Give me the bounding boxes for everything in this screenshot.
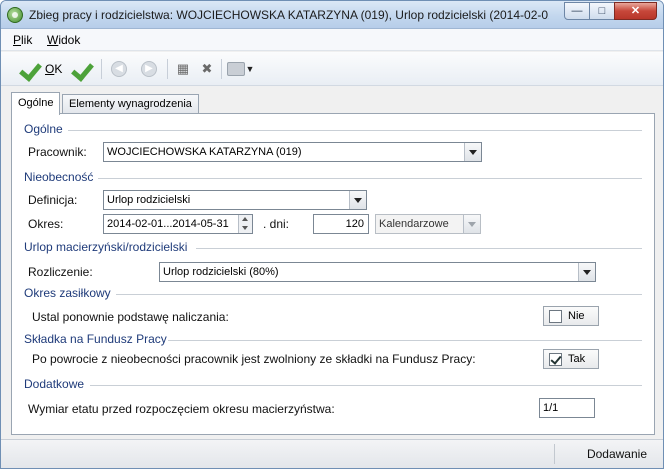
section-title-labor-fund: Składka na Fundusz Pracy [24, 332, 167, 346]
section-title-additional: Dodatkowe [24, 377, 85, 391]
exempt-label: Po powrocie z nieobecności pracownik jes… [32, 352, 476, 366]
section-divider [196, 248, 642, 249]
fte-input[interactable]: 1/1 [539, 398, 595, 418]
section-divider [90, 385, 642, 386]
section-title-absence: Nieobecność [24, 170, 94, 184]
forward-icon: ▶ [141, 61, 157, 77]
days-label: . dni: [263, 217, 290, 231]
app-icon [7, 7, 23, 23]
section-divider [68, 130, 642, 131]
days-type-select: Kalendarzowe [375, 214, 481, 234]
chevron-down-icon[interactable] [349, 191, 366, 209]
menu-view[interactable]: Widok [47, 33, 80, 47]
spinner-arrows-icon[interactable] [238, 215, 252, 233]
status-separator [554, 444, 555, 464]
section-divider [98, 178, 642, 179]
status-mode: Dodawanie [586, 447, 647, 461]
recalc-label: Ustal ponownie podstawę naliczania: [32, 310, 229, 324]
period-input[interactable]: 2014-02-01...2014-05-31 [103, 214, 253, 234]
menu-bar: Plik Widok [1, 29, 663, 51]
section-title-benefit: Okres zasiłkowy [24, 286, 111, 300]
forward-button[interactable]: ▶ [141, 58, 157, 80]
employee-label: Pracownik: [28, 145, 87, 159]
tab-salary-elements[interactable]: Elementy wynagrodzenia [62, 94, 199, 114]
chevron-down-icon[interactable] [464, 143, 481, 161]
back-icon: ◀ [111, 61, 127, 77]
days-input[interactable]: 120 [313, 214, 369, 234]
tab-panel-general: Ogólne Pracownik: WOJCIECHOWSKA KATARZYN… [11, 113, 655, 435]
back-button[interactable]: ◀ [111, 58, 127, 80]
toolbar-separator [221, 59, 222, 79]
chevron-down-icon [463, 215, 480, 233]
toolbar-separator [101, 59, 102, 79]
ok-button[interactable]: OK [21, 58, 62, 80]
dropdown-arrow-icon[interactable]: ▼ [245, 61, 255, 77]
settlement-label: Rozliczenie: [28, 265, 93, 279]
settlement-select[interactable]: Urlop rodzicielski (80%) [159, 262, 596, 282]
printer-icon [227, 62, 245, 76]
exempt-checkbox[interactable]: Tak [543, 349, 599, 369]
dialog-window: Zbieg pracy i rodzicielstwa: WOJCIECHOWS… [0, 0, 664, 469]
toolbar: OK ◀ ▶ ▦ ✖ ▼ [1, 52, 663, 86]
section-divider [168, 340, 642, 341]
window-title: Zbieg pracy i rodzicielstwa: WOJCIECHOWS… [29, 8, 549, 22]
minimize-button[interactable]: — [564, 2, 590, 20]
save-and-new-button[interactable] [73, 58, 95, 80]
toolbar-separator [167, 59, 168, 79]
status-bar: Dodawanie [1, 439, 663, 468]
fte-label: Wymiar etatu przed rozpoczęciem okresu m… [28, 402, 335, 416]
tab-general[interactable]: Ogólne [11, 92, 61, 115]
recalc-checkbox[interactable]: Nie [543, 306, 599, 326]
period-label: Okres: [28, 217, 64, 231]
checkbox-box [549, 310, 562, 323]
definition-label: Definicja: [28, 193, 78, 207]
print-button[interactable]: ▼ [227, 58, 255, 80]
close-button[interactable]: ✕ [614, 2, 657, 20]
tools-icon: ✖ [201, 61, 213, 76]
tools-button[interactable]: ✖ [199, 58, 215, 80]
check-save-icon [73, 59, 95, 79]
menu-file[interactable]: Plik [13, 33, 32, 47]
maximize-button[interactable]: □ [589, 2, 615, 20]
section-title-leave: Urlop macierzyński/rodzicielski [24, 240, 188, 254]
title-bar[interactable]: Zbieg pracy i rodzicielstwa: WOJCIECHOWS… [1, 1, 663, 29]
section-title-general: Ogólne [24, 122, 63, 136]
grid-button[interactable]: ▦ [175, 58, 191, 80]
definition-select[interactable]: Urlop rodzicielski [103, 190, 367, 210]
grid-icon: ▦ [176, 61, 190, 76]
window-controls: — □ ✕ [564, 2, 657, 20]
chevron-down-icon[interactable] [578, 263, 595, 281]
employee-select[interactable]: WOJCIECHOWSKA KATARZYNA (019) [103, 142, 482, 162]
check-icon [21, 59, 43, 79]
section-divider [116, 294, 642, 295]
checkbox-checked-icon [549, 353, 562, 366]
